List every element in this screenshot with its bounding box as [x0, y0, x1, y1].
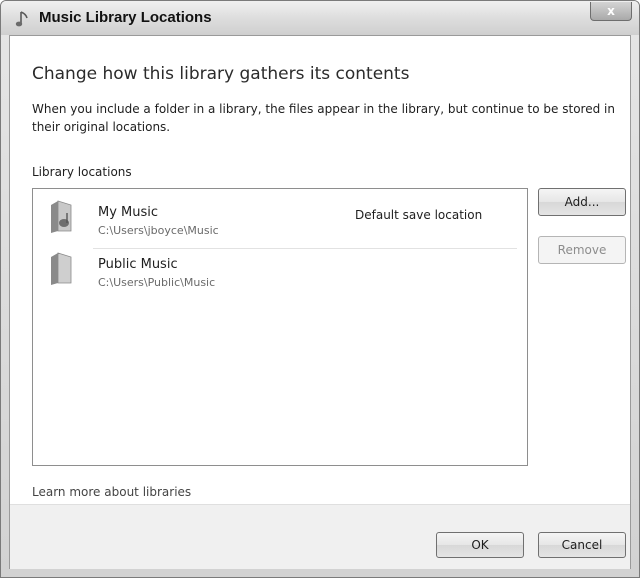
- close-button[interactable]: x: [590, 2, 632, 21]
- music-note-icon: [15, 9, 33, 29]
- title-bar[interactable]: Music Library Locations x: [1, 1, 639, 35]
- dialog-content: Change how this library gathers its cont…: [9, 35, 631, 569]
- location-path: C:\Users\jboyce\Music: [98, 224, 219, 237]
- location-name: My Music: [98, 205, 159, 220]
- folder-icon: [49, 251, 75, 287]
- cancel-button[interactable]: Cancel: [538, 532, 626, 558]
- window-title: Music Library Locations: [39, 9, 212, 26]
- description-text: When you include a folder in a library, …: [32, 102, 615, 134]
- close-icon: x: [607, 4, 615, 18]
- dialog-window: Music Library Locations x Change how thi…: [0, 0, 640, 578]
- page-title: Change how this library gathers its cont…: [32, 64, 410, 84]
- add-button[interactable]: Add...: [538, 188, 626, 216]
- location-path: C:\Users\Public\Music: [98, 276, 216, 289]
- remove-button[interactable]: Remove: [538, 236, 626, 264]
- location-name: Public Music: [98, 257, 178, 272]
- library-locations-list[interactable]: My Music C:\Users\jboyce\Music Default s…: [32, 188, 528, 466]
- list-item-my-music[interactable]: My Music C:\Users\jboyce\Music Default s…: [33, 189, 527, 249]
- music-folder-icon: [49, 199, 75, 235]
- dialog-footer: OK Cancel: [10, 504, 630, 569]
- ok-button[interactable]: OK: [436, 532, 524, 558]
- learn-more-link[interactable]: Learn more about libraries: [32, 485, 191, 499]
- library-locations-label: Library locations: [32, 165, 132, 179]
- default-save-location-badge: Default save location: [355, 208, 483, 222]
- list-item-public-music[interactable]: Public Music C:\Users\Public\Music: [33, 241, 527, 291]
